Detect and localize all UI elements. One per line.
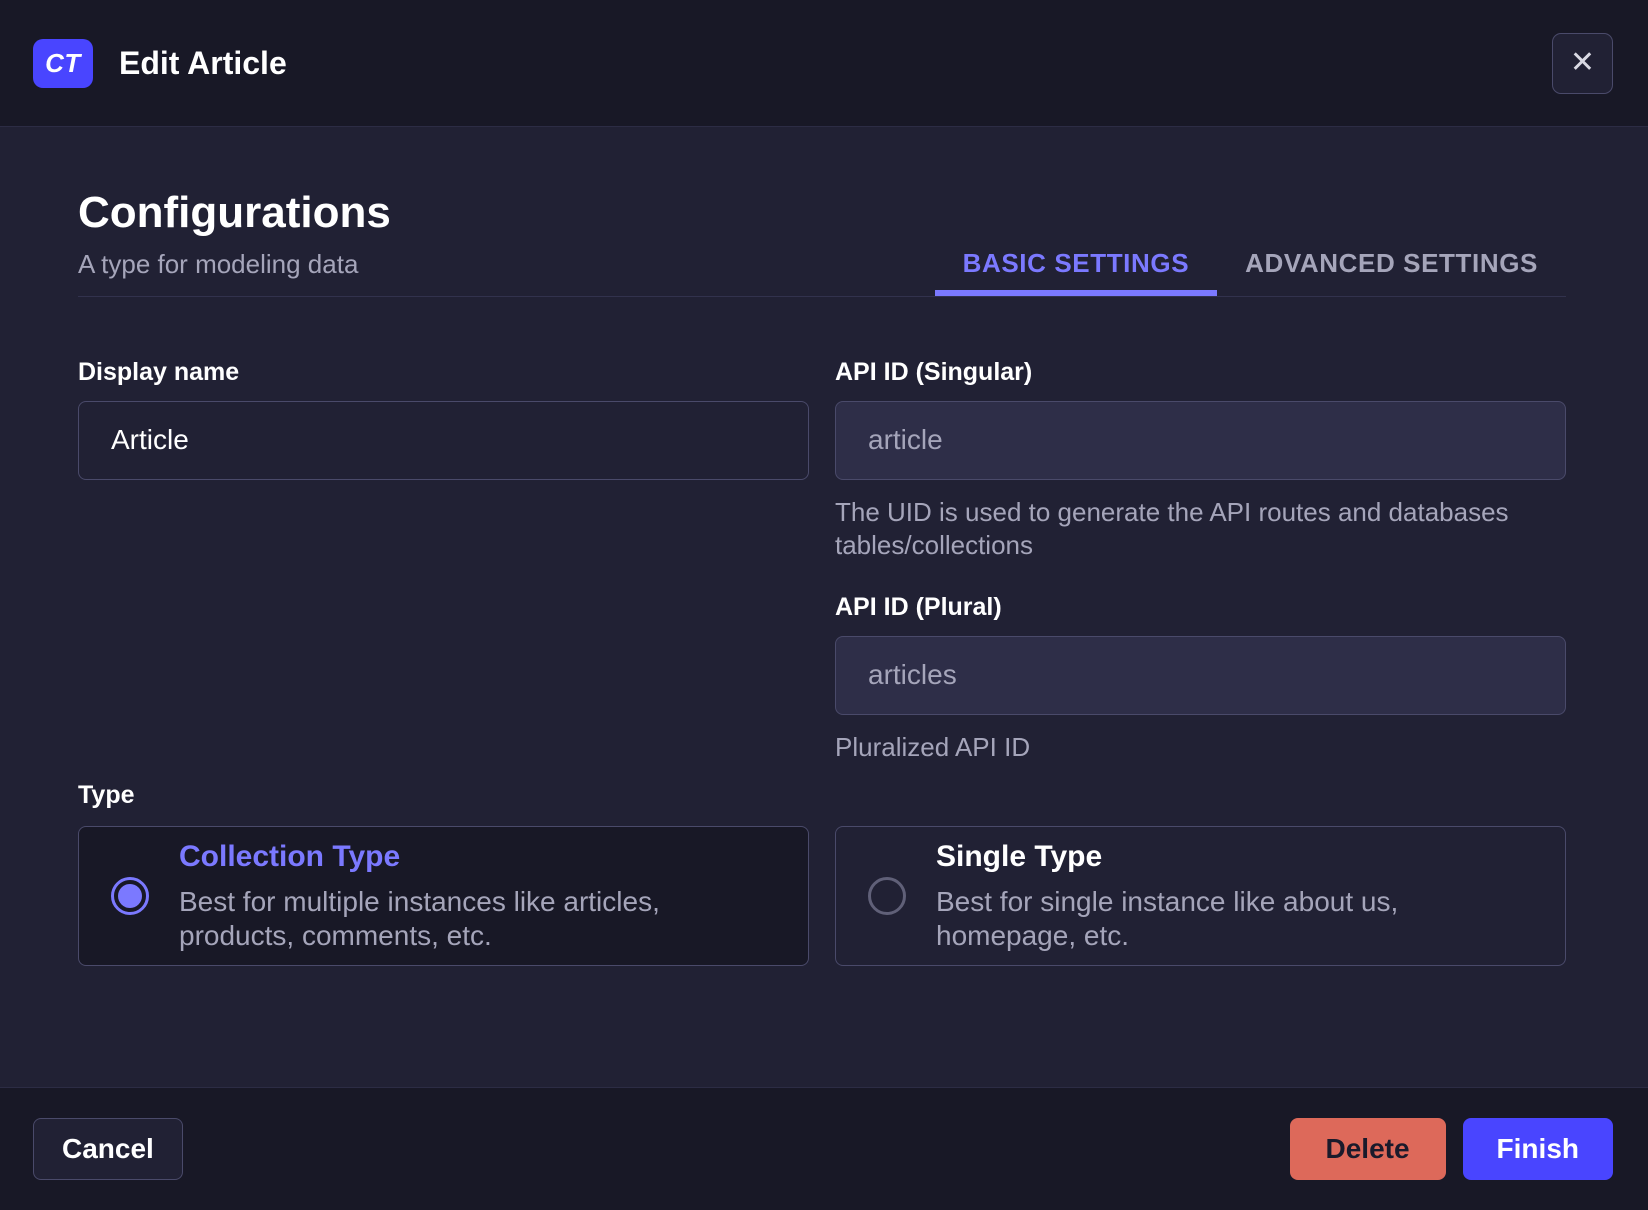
- delete-button[interactable]: Delete: [1289, 1118, 1446, 1180]
- close-button[interactable]: ✕: [1552, 32, 1613, 94]
- single-type-title: Single Type: [936, 839, 1103, 873]
- settings-tabs: BASIC SETTINGS ADVANCED SETTINGS: [935, 232, 1566, 296]
- page-subtitle: A type for modeling data: [78, 249, 359, 279]
- modal-title: Edit Article: [119, 44, 287, 81]
- collection-type-radio-icon[interactable]: [111, 876, 149, 915]
- card-collection-type[interactable]: Collection Type Best for multiple instan…: [78, 825, 809, 966]
- tab-advanced-settings[interactable]: ADVANCED SETTINGS: [1217, 232, 1566, 296]
- display-name-input[interactable]: [78, 400, 809, 480]
- collection-type-text: Collection Type Best for multiple instan…: [179, 839, 778, 953]
- edit-article-modal: CT Edit Article ✕ Configurations A type …: [0, 0, 1648, 1210]
- single-type-text: Single Type Best for single instance lik…: [936, 839, 1535, 953]
- card-single-type[interactable]: Single Type Best for single instance lik…: [835, 825, 1566, 966]
- collection-type-title: Collection Type: [179, 839, 401, 873]
- cancel-button[interactable]: Cancel: [33, 1118, 183, 1180]
- footer-actions: Delete Finish: [1289, 1118, 1613, 1180]
- configuration-form: Display name API ID (Singular) The UID i…: [78, 357, 1566, 764]
- form-column-left: Display name: [78, 357, 809, 480]
- api-id-singular-hint: The UID is used to generate the API rout…: [835, 496, 1509, 560]
- display-name-field: Display name: [78, 357, 809, 480]
- single-type-description: Best for single instance like about us, …: [936, 885, 1399, 951]
- type-label: Type: [78, 780, 135, 809]
- modal-footer: Cancel Delete Finish: [0, 1087, 1648, 1210]
- head-titles: Configurations A type for modeling data: [78, 185, 391, 296]
- form-column-right: API ID (Singular) The UID is used to gen…: [835, 357, 1566, 764]
- collection-type-description: Best for multiple instances like article…: [179, 885, 660, 951]
- close-icon: ✕: [1569, 45, 1596, 80]
- api-id-plural-hint: Pluralized API ID: [835, 731, 1031, 762]
- type-section: Type Collection Type Best for multiple i…: [78, 780, 1566, 966]
- single-type-radio-icon[interactable]: [868, 876, 906, 915]
- api-id-singular-input: [835, 400, 1566, 480]
- api-id-plural-input: [835, 635, 1566, 715]
- modal-header: CT Edit Article ✕: [0, 0, 1648, 127]
- content-type-badge: CT: [33, 38, 93, 88]
- type-cards: Collection Type Best for multiple instan…: [78, 825, 1566, 966]
- finish-button[interactable]: Finish: [1462, 1118, 1613, 1180]
- tab-basic-settings[interactable]: BASIC SETTINGS: [935, 232, 1218, 296]
- api-id-singular-field: API ID (Singular) The UID is used to gen…: [835, 357, 1566, 562]
- api-id-singular-label: API ID (Singular): [835, 357, 1033, 386]
- display-name-label: Display name: [78, 357, 240, 386]
- api-id-plural-label: API ID (Plural): [835, 592, 1002, 621]
- api-id-plural-field: API ID (Plural) Pluralized API ID: [835, 592, 1566, 764]
- section-head: Configurations A type for modeling data …: [78, 127, 1566, 297]
- modal-body: Configurations A type for modeling data …: [0, 127, 1648, 1087]
- page-title: Configurations: [78, 188, 391, 237]
